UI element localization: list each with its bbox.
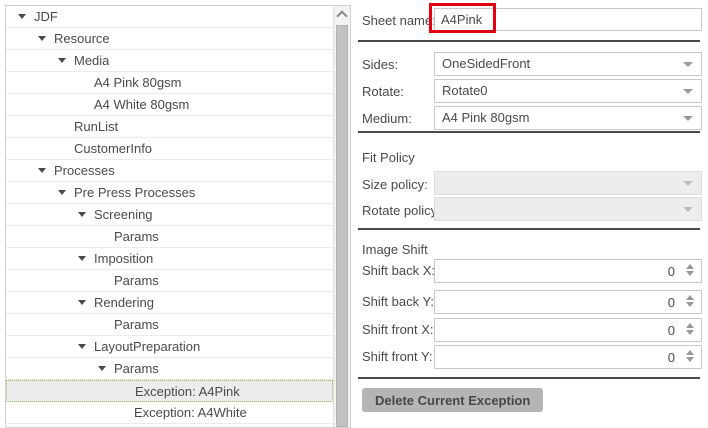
chevron-down-icon	[683, 181, 693, 186]
divider	[358, 40, 700, 42]
spinner-up-icon[interactable]	[686, 350, 694, 355]
spinner-down-icon[interactable]	[686, 271, 694, 276]
shift-front-x-label: Shift front X:	[362, 322, 434, 337]
size-policy-select	[434, 171, 702, 195]
medium-select-value: A4 Pink 80gsm	[442, 110, 529, 125]
tree-item-label: Resource	[54, 28, 110, 49]
tree-item-label: RunList	[74, 116, 118, 137]
fit-policy-heading: Fit Policy	[362, 150, 415, 165]
sheet-name-input[interactable]	[434, 8, 702, 31]
rotate-policy-select	[434, 197, 702, 221]
expand-triangle-icon[interactable]	[38, 36, 54, 41]
shift-front-y-label: Shift front Y:	[362, 349, 433, 364]
tree-item[interactable]: A4 Pink 80gsm	[6, 72, 333, 94]
spinner-up-icon[interactable]	[686, 323, 694, 328]
expand-triangle-icon[interactable]	[58, 58, 74, 63]
spinner-down-icon[interactable]	[686, 330, 694, 335]
tree-item[interactable]: A4 White 80gsm	[6, 94, 333, 116]
tree-item-label: Screening	[94, 204, 153, 225]
tree-item[interactable]: Pre Press Processes	[6, 182, 333, 204]
shift-back-y-label: Shift back Y:	[362, 294, 434, 309]
tree-item[interactable]: RunList	[6, 116, 333, 138]
shift-back-x-input[interactable]	[435, 260, 701, 282]
tree-item-label: A4 White 80gsm	[94, 94, 189, 115]
medium-label: Medium:	[362, 111, 412, 126]
tree-item-label: Params	[114, 226, 159, 247]
chevron-down-icon	[683, 116, 693, 121]
size-policy-label: Size policy:	[362, 177, 428, 192]
tree-item-label: Media	[74, 50, 109, 71]
shift-front-x-input[interactable]	[435, 319, 701, 341]
tree-item-label: Exception: A4Pink	[135, 381, 240, 402]
spinner-up-icon[interactable]	[686, 295, 694, 300]
shift-field-row: Shift front X:	[0, 318, 708, 342]
shift-front-y-input[interactable]	[435, 346, 701, 368]
spinner-icon[interactable]	[686, 350, 694, 362]
tree-item[interactable]: CustomerInfo	[6, 138, 333, 160]
rotate-select[interactable]: Rotate0	[434, 79, 702, 103]
sheet-name-label: Sheet name:	[362, 13, 436, 28]
spinner-down-icon[interactable]	[686, 302, 694, 307]
image-shift-heading: Image Shift	[362, 242, 428, 257]
tree-item[interactable]: Params	[6, 226, 333, 248]
tree-item-label: Processes	[54, 160, 115, 181]
spinner-up-icon[interactable]	[686, 264, 694, 269]
rotate-policy-label: Rotate policy:	[362, 203, 441, 218]
divider	[358, 131, 700, 133]
divider	[358, 228, 700, 230]
tree-item-label: Exception: A4White	[134, 402, 247, 423]
sides-select[interactable]: OneSidedFront	[434, 52, 702, 76]
rotate-label: Rotate:	[362, 84, 404, 99]
tree-item[interactable]: Processes	[6, 160, 333, 182]
chevron-down-icon	[683, 62, 693, 67]
shift-back-x-label: Shift back X:	[362, 263, 435, 278]
spinner-icon[interactable]	[686, 323, 694, 335]
spinner-icon[interactable]	[686, 295, 694, 307]
spinner-icon[interactable]	[686, 264, 694, 276]
expand-triangle-icon[interactable]	[78, 212, 94, 217]
delete-current-exception-button[interactable]: Delete Current Exception	[362, 388, 543, 412]
tree-item-label: JDF	[34, 6, 58, 27]
shift-field-row: Shift back X:	[0, 259, 708, 283]
spinner-down-icon[interactable]	[686, 357, 694, 362]
scroll-up-icon	[336, 10, 347, 21]
tree-item[interactable]: Exception: A4Pink	[6, 380, 333, 402]
tree-item[interactable]: Resource	[6, 28, 333, 50]
tree-item-label: Pre Press Processes	[74, 182, 195, 203]
tree-item[interactable]: Screening	[6, 204, 333, 226]
rotate-select-value: Rotate0	[442, 83, 488, 98]
shift-back-y-input[interactable]	[435, 291, 701, 313]
divider	[358, 377, 700, 379]
shift-field-row: Shift front Y:	[0, 345, 708, 369]
sides-label: Sides:	[362, 57, 398, 72]
medium-select[interactable]: A4 Pink 80gsm	[434, 106, 702, 130]
tree-item-label: A4 Pink 80gsm	[94, 72, 181, 93]
tree-item[interactable]: Media	[6, 50, 333, 72]
chevron-down-icon	[683, 207, 693, 212]
shift-field-row: Shift back Y:	[0, 290, 708, 314]
scroll-up-button[interactable]	[334, 6, 350, 23]
tree-item[interactable]: JDF	[6, 6, 333, 28]
tree-item-label: CustomerInfo	[74, 138, 152, 159]
tree-item[interactable]: Exception: A4White	[6, 402, 333, 424]
expand-triangle-icon[interactable]	[58, 190, 74, 195]
expand-triangle-icon[interactable]	[18, 14, 34, 19]
expand-triangle-icon[interactable]	[38, 168, 54, 173]
sides-select-value: OneSidedFront	[442, 56, 530, 71]
chevron-down-icon	[683, 89, 693, 94]
